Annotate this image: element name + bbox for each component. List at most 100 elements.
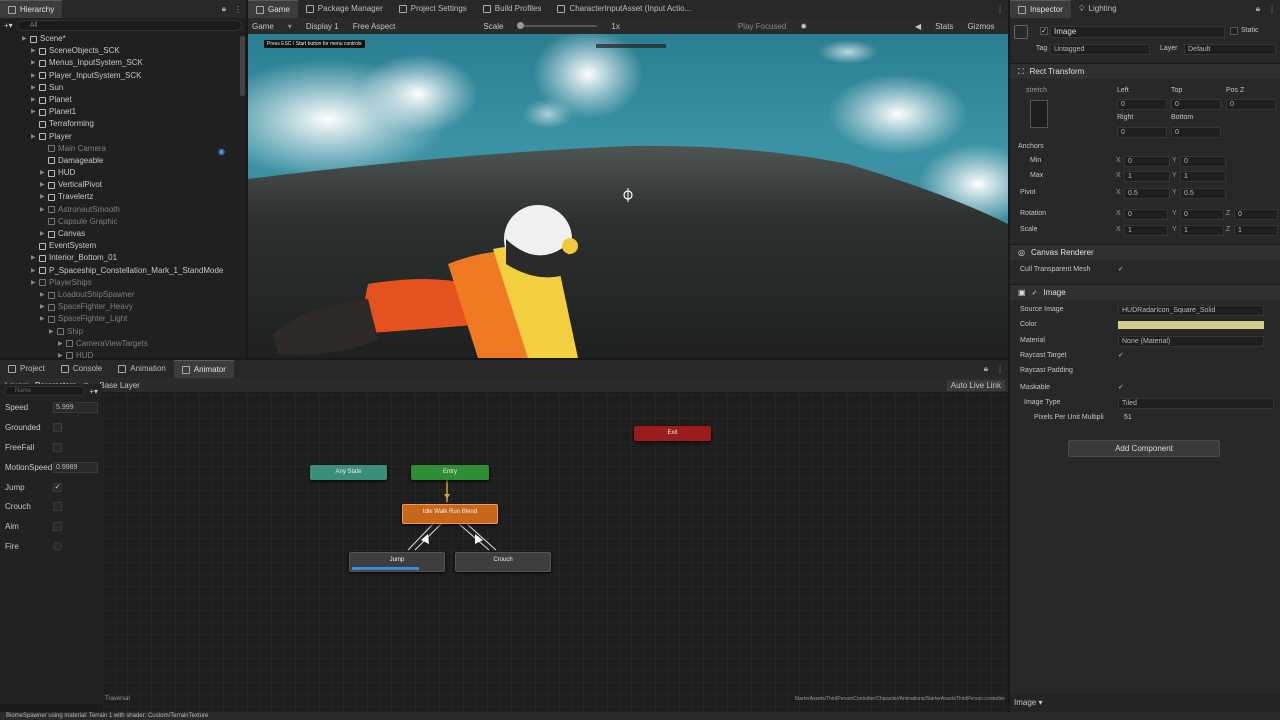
chevron-right-icon[interactable]: ▶ <box>40 191 48 203</box>
material-field[interactable]: None (Material) <box>1118 336 1264 347</box>
hierarchy-item[interactable]: ▶ Planet <box>0 94 246 106</box>
layer-dropdown[interactable]: Default <box>1184 44 1276 55</box>
aspect-dropdown[interactable]: Free Aspect <box>353 22 396 31</box>
state-exit[interactable]: Exit <box>634 426 711 441</box>
param-search-input[interactable]: Name <box>4 386 86 396</box>
hierarchy-item[interactable]: EventSystem <box>0 240 246 252</box>
play-focused-dropdown[interactable]: Play Focused <box>738 22 786 31</box>
chevron-right-icon[interactable]: ▶ <box>40 301 48 313</box>
param-checkbox[interactable] <box>53 423 62 433</box>
state-any-state[interactable]: Any State <box>310 465 387 480</box>
bottom-field[interactable]: 0 <box>1171 127 1221 138</box>
stats-button[interactable]: Stats <box>935 22 953 31</box>
tab-gear[interactable]: Project Settings <box>391 0 475 18</box>
param-checkbox[interactable] <box>53 502 62 512</box>
lock-icon[interactable]: 🔒︎ <box>1252 4 1264 14</box>
state-crouch[interactable]: Crouch <box>455 552 551 572</box>
preview-bar[interactable]: Image ▾ <box>1010 694 1280 712</box>
hierarchy-scrollbar[interactable] <box>240 36 245 96</box>
chevron-right-icon[interactable]: ▶ <box>31 82 39 94</box>
hierarchy-item[interactable]: ▶ CameraViewTargets <box>0 338 246 350</box>
lock-icon[interactable]: 🔒︎ <box>218 4 230 14</box>
hierarchy-item[interactable]: ▶ Scene* <box>0 33 246 45</box>
scale-z-field[interactable]: 1 <box>1234 225 1278 236</box>
hierarchy-item[interactable]: Capsule Graphic <box>0 216 246 228</box>
rotation-y-field[interactable]: 0 <box>1180 209 1224 220</box>
param-motionspeed[interactable]: MotionSpeed 0.9989 <box>0 457 102 477</box>
hierarchy-item[interactable]: ▶ Player <box>0 131 246 143</box>
game-mode-dropdown[interactable]: Game <box>252 22 274 31</box>
state-entry[interactable]: Entry <box>411 465 489 480</box>
add-param-icon[interactable]: +▾ <box>89 387 98 396</box>
right-field[interactable]: 0 <box>1117 127 1167 138</box>
param-aim[interactable]: Aim <box>0 517 102 537</box>
max-y-field[interactable]: 1 <box>1180 171 1226 182</box>
canvas-renderer-header[interactable]: ◎ Canvas Renderer <box>1010 244 1280 260</box>
chevron-right-icon[interactable]: ▶ <box>31 265 39 277</box>
tab-build[interactable]: Build Profiles <box>475 0 550 18</box>
param-crouch[interactable]: Crouch <box>0 497 102 517</box>
hierarchy-item[interactable]: ▶ SpaceFighter_Light <box>0 313 246 325</box>
tab-hierarchy[interactable]: Hierarchy <box>0 0 63 18</box>
hierarchy-item[interactable]: ▶ LoadoutShipSpawner <box>0 289 246 301</box>
tab-lighting[interactable]: 💡︎ Lighting <box>1071 0 1125 18</box>
chevron-right-icon[interactable]: ▶ <box>40 179 48 191</box>
state-jump[interactable]: Jump <box>349 552 445 572</box>
hierarchy-item[interactable]: ▶ HUD <box>0 167 246 179</box>
auto-live-link-button[interactable]: Auto Live Link <box>946 379 1005 391</box>
hierarchy-item[interactable]: Damageable <box>0 155 246 167</box>
chevron-right-icon[interactable]: ▶ <box>40 289 48 301</box>
animator-graph[interactable]: Exit Any State Entry Idle Walk Run Blend… <box>103 394 1008 712</box>
image-type-dropdown[interactable]: Tiled <box>1118 398 1274 409</box>
color-swatch[interactable] <box>1118 321 1264 329</box>
static-checkbox[interactable] <box>1230 27 1238 35</box>
chevron-right-icon[interactable]: ▶ <box>40 167 48 179</box>
param-checkbox[interactable]: ✓ <box>53 482 62 492</box>
hierarchy-item[interactable]: ▶ SceneObjects_SCK <box>0 45 246 57</box>
add-component-button[interactable]: Add Component <box>1068 440 1220 457</box>
hierarchy-item[interactable]: Terraforming <box>0 118 246 130</box>
mute-icon[interactable]: ◀︎ <box>915 22 921 31</box>
lock-icon[interactable]: 🔒︎ <box>980 364 992 374</box>
param-value-field[interactable]: 5.999 <box>53 402 98 414</box>
chevron-right-icon[interactable]: ▶ <box>31 45 39 57</box>
game-viewport[interactable]: Press ESC / Start button for menu contro… <box>248 34 1008 358</box>
tab-folder[interactable]: Project <box>0 360 53 378</box>
param-value-field[interactable]: 0.9989 <box>53 461 98 473</box>
scale-x-field[interactable]: 1 <box>1124 225 1168 236</box>
pivot-y-field[interactable]: 0.5 <box>1180 188 1226 199</box>
tab-package[interactable]: Package Manager <box>298 0 391 18</box>
object-name-field[interactable]: Image <box>1050 26 1225 38</box>
menu-icon[interactable]: ⋮ <box>230 5 246 14</box>
hierarchy-item[interactable]: ▶ Ship <box>0 326 246 338</box>
min-x-field[interactable]: 0 <box>1124 156 1170 167</box>
static-dropdown[interactable]: Static <box>1241 27 1259 34</box>
min-y-field[interactable]: 0 <box>1180 156 1226 167</box>
chevron-right-icon[interactable]: ▶ <box>31 277 39 289</box>
hierarchy-item[interactable]: ▶ Canvas <box>0 228 246 240</box>
tag-dropdown[interactable]: Untagged <box>1050 44 1150 55</box>
param-checkbox[interactable] <box>53 442 62 452</box>
scale-slider-handle[interactable] <box>517 22 525 29</box>
bug-icon[interactable]: ✹ <box>800 22 807 31</box>
scale-slider[interactable] <box>517 22 598 29</box>
layer-breadcrumb[interactable]: Base Layer <box>99 381 139 390</box>
display-dropdown[interactable]: Display 1 <box>306 22 339 31</box>
hierarchy-search-input[interactable]: All <box>16 19 242 31</box>
param-fire[interactable]: Fire <box>0 537 102 557</box>
menu-icon[interactable]: ⋮ <box>992 5 1008 14</box>
rotation-x-field[interactable]: 0 <box>1124 209 1168 220</box>
pivot-x-field[interactable]: 0.5 <box>1124 188 1170 199</box>
max-x-field[interactable]: 1 <box>1124 171 1170 182</box>
add-icon[interactable]: +▾ <box>4 21 13 30</box>
hierarchy-item[interactable]: ▶ SpaceFighter_Heavy <box>0 301 246 313</box>
rotation-z-field[interactable]: 0 <box>1234 209 1278 220</box>
hierarchy-item[interactable]: ▶ VerticalPivot <box>0 179 246 191</box>
hierarchy-item[interactable]: Main Camera <box>0 143 246 155</box>
chevron-right-icon[interactable]: ▶ <box>40 313 48 325</box>
chevron-right-icon[interactable]: ▶ <box>31 70 39 82</box>
menu-icon[interactable]: ⋮ <box>1264 5 1280 14</box>
tab-animation[interactable]: Animation <box>110 360 174 378</box>
hierarchy-item[interactable]: ▶ PlayerShips <box>0 277 246 289</box>
hierarchy-item[interactable]: ▶ P_Spaceship_Constellation_Mark_1_StandM… <box>0 265 246 277</box>
